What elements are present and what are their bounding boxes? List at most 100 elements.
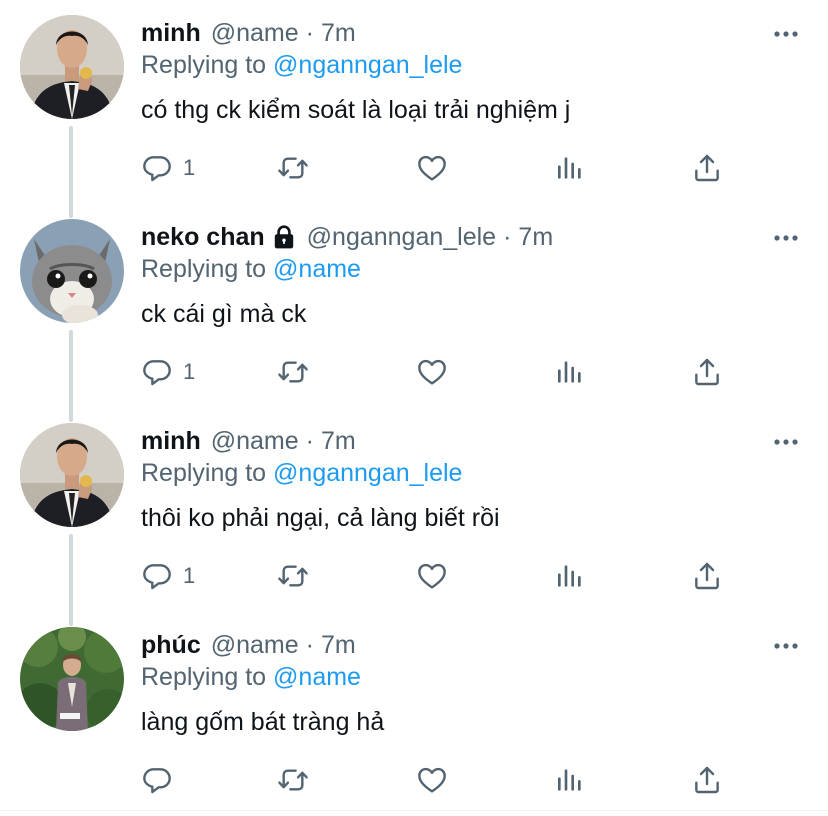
user-handle[interactable]: @name bbox=[211, 427, 299, 456]
tweet-actions: 1 bbox=[141, 148, 741, 188]
replying-to-label: Replying to bbox=[141, 459, 267, 487]
separator-dot: · bbox=[503, 222, 512, 251]
more-options-icon bbox=[770, 18, 802, 50]
timestamp[interactable]: 7m bbox=[321, 427, 356, 456]
tweet-header: minh @name · 7m bbox=[141, 16, 356, 50]
person-in-garden-avatar bbox=[20, 627, 124, 731]
analytics-button[interactable] bbox=[554, 148, 586, 188]
retweet-icon bbox=[277, 356, 309, 388]
reply-count: 1 bbox=[183, 563, 196, 588]
reply-count: 1 bbox=[183, 359, 196, 384]
tweet[interactable]: phúc @name · 7m Replying to @name làng g… bbox=[0, 612, 828, 816]
replying-to-mention[interactable]: @name bbox=[273, 255, 361, 283]
more-options-icon bbox=[770, 630, 802, 662]
reply-icon bbox=[141, 356, 173, 388]
retweet-button[interactable] bbox=[277, 760, 309, 800]
reply-button[interactable]: 1 bbox=[141, 352, 195, 392]
tweet[interactable]: minh @name · 7m Replying to @nganngan_le… bbox=[0, 408, 828, 612]
share-icon bbox=[691, 764, 723, 796]
heart-icon bbox=[416, 560, 448, 592]
more-options-icon bbox=[770, 426, 802, 458]
cat-avatar bbox=[20, 219, 124, 323]
analytics-icon bbox=[554, 152, 586, 184]
lock-icon bbox=[271, 224, 297, 250]
more-options-button[interactable] bbox=[770, 426, 802, 458]
avatar[interactable] bbox=[20, 627, 124, 731]
analytics-button[interactable] bbox=[554, 352, 586, 392]
replying-to: Replying to @name bbox=[141, 663, 361, 692]
reply-icon bbox=[141, 560, 173, 592]
share-button[interactable] bbox=[691, 148, 723, 188]
analytics-icon bbox=[554, 560, 586, 592]
man-in-suit-avatar bbox=[20, 423, 124, 527]
heart-icon bbox=[416, 356, 448, 388]
replying-to-mention[interactable]: @name bbox=[273, 663, 361, 691]
display-name[interactable]: phúc bbox=[141, 631, 201, 660]
separator-dot: · bbox=[305, 426, 314, 455]
analytics-icon bbox=[554, 764, 586, 796]
separator-dot: · bbox=[305, 18, 314, 47]
tweet-header: neko chan @nganngan_lele · 7m bbox=[141, 220, 553, 254]
more-options-icon bbox=[770, 222, 802, 254]
reply-button[interactable]: 1 bbox=[141, 148, 195, 188]
tweet-text: có thg ck kiểm soát là loại trải nghiệm … bbox=[141, 96, 571, 124]
more-options-button[interactable] bbox=[770, 18, 802, 50]
analytics-button[interactable] bbox=[554, 760, 586, 800]
share-button[interactable] bbox=[691, 556, 723, 596]
reply-count: 1 bbox=[183, 155, 196, 180]
tweet-text: làng gốm bát tràng hả bbox=[141, 708, 385, 736]
replying-to: Replying to @name bbox=[141, 255, 361, 284]
bottom-divider bbox=[0, 810, 828, 811]
retweet-button[interactable] bbox=[277, 556, 309, 596]
display-name[interactable]: neko chan bbox=[141, 223, 265, 252]
like-button[interactable] bbox=[416, 556, 448, 596]
separator-dot: · bbox=[305, 630, 314, 659]
timestamp[interactable]: 7m bbox=[518, 223, 553, 252]
tweet-actions: 1 bbox=[141, 556, 741, 596]
replying-to-label: Replying to bbox=[141, 663, 267, 691]
retweet-button[interactable] bbox=[277, 148, 309, 188]
share-button[interactable] bbox=[691, 760, 723, 800]
tweet-header: phúc @name · 7m bbox=[141, 628, 356, 662]
like-button[interactable] bbox=[416, 148, 448, 188]
man-in-suit-avatar bbox=[20, 15, 124, 119]
analytics-icon bbox=[554, 356, 586, 388]
tweet-text: thôi ko phải ngại, cả làng biết rồi bbox=[141, 504, 500, 532]
retweet-icon bbox=[277, 152, 309, 184]
avatar[interactable] bbox=[20, 219, 124, 323]
replying-to-mention[interactable]: @nganngan_lele bbox=[273, 51, 462, 79]
replying-to: Replying to @nganngan_lele bbox=[141, 459, 462, 488]
display-name[interactable]: minh bbox=[141, 427, 201, 456]
share-button[interactable] bbox=[691, 352, 723, 392]
tweet-text: ck cái gì mà ck bbox=[141, 300, 307, 328]
avatar[interactable] bbox=[20, 423, 124, 527]
tweet-actions: 1 bbox=[141, 352, 741, 392]
user-handle[interactable]: @nganngan_lele bbox=[307, 223, 496, 252]
retweet-icon bbox=[277, 560, 309, 592]
tweet[interactable]: neko chan @nganngan_lele · 7m Replying t… bbox=[0, 204, 828, 408]
reply-icon bbox=[141, 764, 173, 796]
like-button[interactable] bbox=[416, 760, 448, 800]
share-icon bbox=[691, 356, 723, 388]
analytics-button[interactable] bbox=[554, 556, 586, 596]
share-icon bbox=[691, 152, 723, 184]
retweet-button[interactable] bbox=[277, 352, 309, 392]
replying-to-label: Replying to bbox=[141, 51, 267, 79]
replying-to: Replying to @nganngan_lele bbox=[141, 51, 462, 80]
replying-to-label: Replying to bbox=[141, 255, 267, 283]
timestamp[interactable]: 7m bbox=[321, 631, 356, 660]
reply-button[interactable] bbox=[141, 760, 183, 800]
user-handle[interactable]: @name bbox=[211, 631, 299, 660]
avatar[interactable] bbox=[20, 15, 124, 119]
user-handle[interactable]: @name bbox=[211, 19, 299, 48]
timestamp[interactable]: 7m bbox=[321, 19, 356, 48]
more-options-button[interactable] bbox=[770, 222, 802, 254]
display-name[interactable]: minh bbox=[141, 19, 201, 48]
replying-to-mention[interactable]: @nganngan_lele bbox=[273, 459, 462, 487]
like-button[interactable] bbox=[416, 352, 448, 392]
retweet-icon bbox=[277, 764, 309, 796]
more-options-button[interactable] bbox=[770, 630, 802, 662]
tweet[interactable]: minh @name · 7m Replying to @nganngan_le… bbox=[0, 0, 828, 204]
share-icon bbox=[691, 560, 723, 592]
reply-button[interactable]: 1 bbox=[141, 556, 195, 596]
